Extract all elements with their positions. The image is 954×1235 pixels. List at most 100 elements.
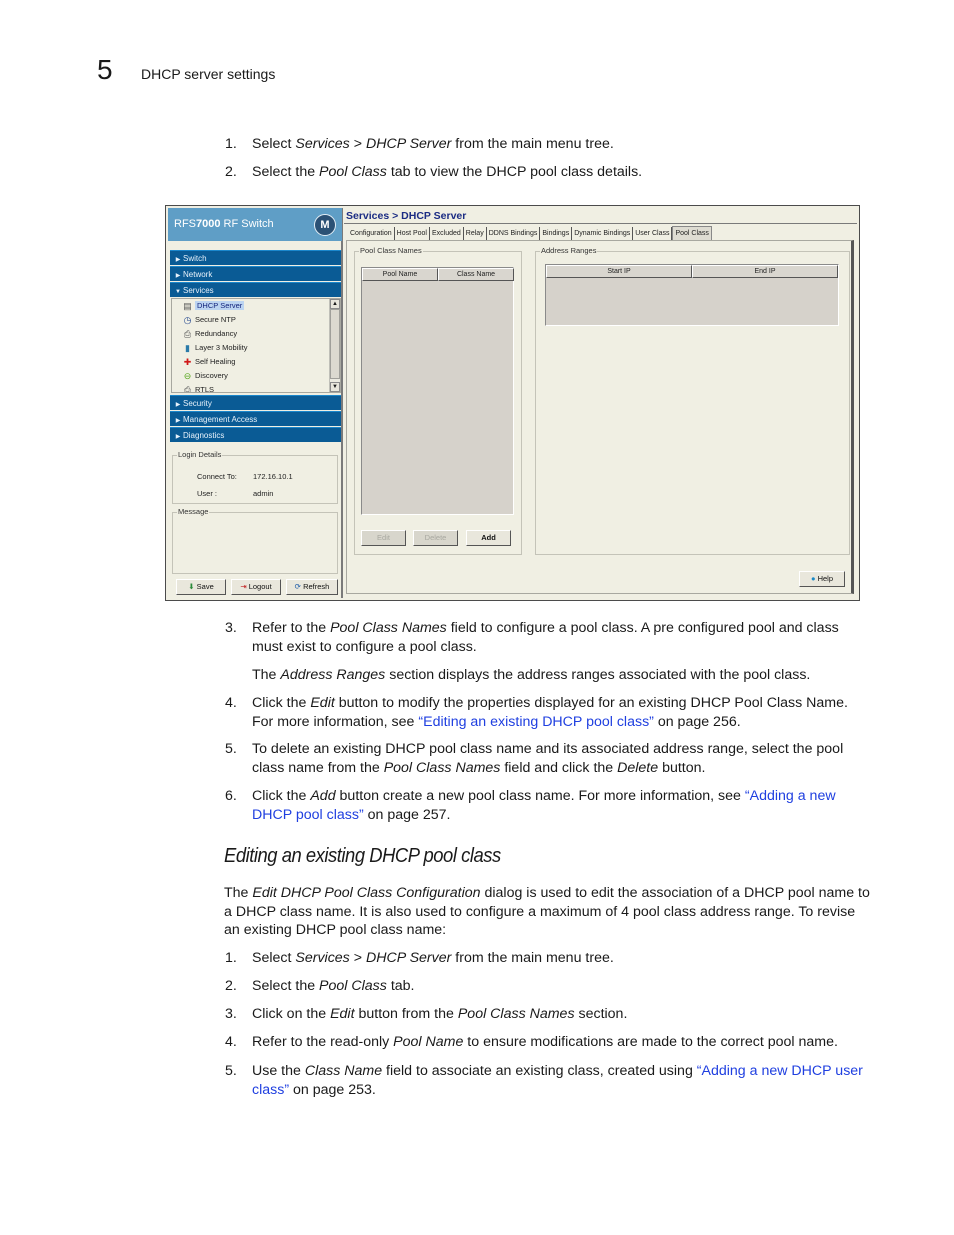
- emphasis: DHCP Server: [365, 136, 452, 152]
- section-intro: The Edit DHCP Pool Class Configuration d…: [224, 885, 870, 938]
- main-content-panel: Services > DHCP Server Configuration Host…: [344, 208, 857, 598]
- emphasis: Class Name: [304, 1063, 383, 1079]
- tab-bar: Configuration Host Pool Excluded Relay DDNS …: [348, 226, 712, 240]
- tree-item-dhcp-server[interactable]: ▤ DHCP Server: [182, 299, 245, 313]
- dhcp-server-icon: ▤: [183, 300, 192, 311]
- connect-to-value: 172.16.10.1: [253, 472, 293, 481]
- step-text: To delete an existing DHCP pool class na…: [252, 741, 844, 776]
- step-number: 4.: [225, 695, 237, 711]
- login-details-group: Login Details Connect To: 172.16.10.1 Us…: [172, 450, 338, 504]
- emphasis: Pool Class: [319, 164, 387, 180]
- tab-relay[interactable]: Relay: [464, 227, 487, 240]
- tree-item-secure-ntp[interactable]: ◷ Secure NTP: [182, 313, 236, 327]
- user-label: User :: [197, 489, 218, 498]
- step-text: Click on the Edit button from the Pool C…: [252, 1006, 628, 1022]
- tree-item-self-healing[interactable]: ✚ Self Healing: [182, 355, 236, 369]
- emphasis: Services: [295, 950, 350, 966]
- edit-button[interactable]: Edit: [361, 530, 406, 546]
- tree-item-rtls[interactable]: ⎙ RTLS: [182, 383, 214, 392]
- cross-reference-link[interactable]: “Editing an existing DHCP pool class”: [418, 714, 654, 730]
- pool-class-names-title: Pool Class Names: [359, 246, 423, 255]
- emphasis: Services: [295, 136, 350, 152]
- step-number: 6.: [225, 788, 237, 804]
- step-number: 3.: [225, 1006, 237, 1022]
- nav-section-management-access[interactable]: ▶ Management Access: [170, 411, 341, 426]
- tab-host-pool[interactable]: Host Pool: [395, 227, 430, 240]
- column-header-end-ip[interactable]: End IP: [692, 265, 838, 278]
- step-text: Refer to the read-only Pool Name to ensu…: [252, 1034, 838, 1050]
- refresh-button[interactable]: ⟳ Refresh: [286, 579, 338, 595]
- tab-pool-class[interactable]: Pool Class: [672, 226, 712, 240]
- services-tree: ▤ DHCP Server ◷ Secure NTP ⎙ Redundancy ▮ La…: [171, 298, 341, 393]
- emphasis: Pool Class Names: [457, 1006, 575, 1022]
- emphasis: Pool Class: [319, 978, 387, 994]
- add-button[interactable]: Add: [466, 530, 511, 546]
- step-number: 2.: [225, 978, 237, 994]
- step-text: Use the Class Name field to associate an…: [252, 1063, 863, 1098]
- triangle-right-icon: ▶: [175, 434, 181, 440]
- cross-reference-link[interactable]: “Adding a new DHCP pool class”: [252, 788, 836, 823]
- tree-item-discovery[interactable]: ⊖ Discovery: [182, 369, 228, 383]
- user-value: admin: [253, 489, 274, 498]
- tree-item-layer3-mobility[interactable]: ▮ Layer 3 Mobility: [182, 341, 248, 355]
- brand-header: RFS7000 RF Switch M: [168, 208, 342, 241]
- printer-icon: ⎙: [183, 328, 192, 339]
- pool-class-tab-content: Pool Class Names Pool Name Class Name Ed…: [346, 240, 854, 594]
- clock-icon: ◷: [183, 314, 192, 325]
- save-button[interactable]: ⬇ Save: [176, 579, 226, 595]
- scroll-thumb[interactable]: [330, 309, 340, 379]
- pool-class-names-group: Pool Class Names Pool Name Class Name Ed…: [354, 246, 522, 555]
- help-icon: ●: [810, 574, 816, 583]
- tab-user-class[interactable]: User Class: [633, 227, 673, 240]
- login-details-title: Login Details: [177, 450, 223, 459]
- step-text: Select the Pool Class tab to view the DH…: [252, 164, 643, 180]
- mobility-icon: ▮: [185, 342, 190, 353]
- nav-section-diagnostics[interactable]: ▶ Diagnostics: [170, 427, 341, 442]
- step-text: Click the Add button create a new pool c…: [252, 788, 836, 823]
- nav-section-network[interactable]: ▶ Network: [170, 266, 341, 281]
- brand-title: RFS7000 RF Switch: [174, 218, 274, 230]
- emphasis: Edit DHCP Pool Class Configuration: [252, 885, 481, 901]
- emphasis: Pool Name: [393, 1034, 464, 1050]
- logout-button[interactable]: ⇥ Logout: [231, 579, 281, 595]
- refresh-icon: ⟳: [294, 582, 301, 591]
- column-header-pool-name[interactable]: Pool Name: [362, 268, 438, 281]
- emphasis: Pool Class Names: [330, 620, 447, 636]
- emphasis: Edit: [310, 695, 335, 711]
- tree-item-redundancy[interactable]: ⎙ Redundancy: [182, 327, 237, 341]
- address-ranges-table[interactable]: Start IP End IP: [545, 264, 839, 326]
- tree-scrollbar[interactable]: ▲ ▼: [329, 299, 340, 392]
- tab-excluded[interactable]: Excluded: [430, 227, 464, 240]
- scroll-up-icon[interactable]: ▲: [330, 299, 340, 309]
- left-navigation-panel: RFS7000 RF Switch M ▶ Switch ▶ Network ▼ Se…: [168, 208, 343, 598]
- address-ranges-group: Address Ranges Start IP End IP: [535, 246, 850, 555]
- step-number: 1.: [225, 950, 237, 966]
- tab-bindings[interactable]: Bindings: [540, 227, 573, 240]
- nav-section-switch[interactable]: ▶ Switch: [170, 250, 341, 265]
- message-group: Message: [172, 507, 338, 574]
- column-header-start-ip[interactable]: Start IP: [546, 265, 692, 278]
- delete-button[interactable]: Delete: [413, 530, 458, 546]
- nav-section-services[interactable]: ▼ Services: [170, 282, 341, 297]
- self-healing-icon: ✚: [183, 356, 192, 367]
- step-text: Select Services > DHCP Server from the m…: [252, 136, 614, 152]
- section-heading: Editing an existing DHCP pool class: [224, 845, 501, 867]
- scroll-down-icon[interactable]: ▼: [330, 382, 340, 392]
- screenshot-rfs7000-pool-class: RFS7000 RF Switch M ▶ Switch ▶ Network ▼ Se…: [165, 205, 860, 601]
- step-text: Select Services > DHCP Server from the m…: [252, 950, 614, 966]
- discovery-icon: ⊖: [183, 370, 192, 381]
- address-ranges-note: The Address Ranges section displays the …: [252, 667, 811, 683]
- tab-dynamic-bindings[interactable]: Dynamic Bindings: [572, 227, 634, 240]
- step-text: Refer to the Pool Class Names field to c…: [252, 620, 839, 655]
- emphasis: Edit: [330, 1006, 355, 1022]
- chapter-title: DHCP server settings: [141, 66, 276, 82]
- nav-section-security[interactable]: ▶ Security: [170, 395, 341, 410]
- tab-ddns-bindings[interactable]: DDNS Bindings: [487, 227, 541, 240]
- step-number: 3.: [225, 620, 237, 636]
- help-button[interactable]: ● Help: [799, 571, 845, 587]
- logout-icon: ⇥: [240, 582, 247, 591]
- pool-class-table[interactable]: Pool Name Class Name: [361, 267, 514, 515]
- emphasis: Add: [310, 788, 336, 804]
- column-header-class-name[interactable]: Class Name: [438, 268, 514, 281]
- tab-configuration[interactable]: Configuration: [348, 227, 395, 240]
